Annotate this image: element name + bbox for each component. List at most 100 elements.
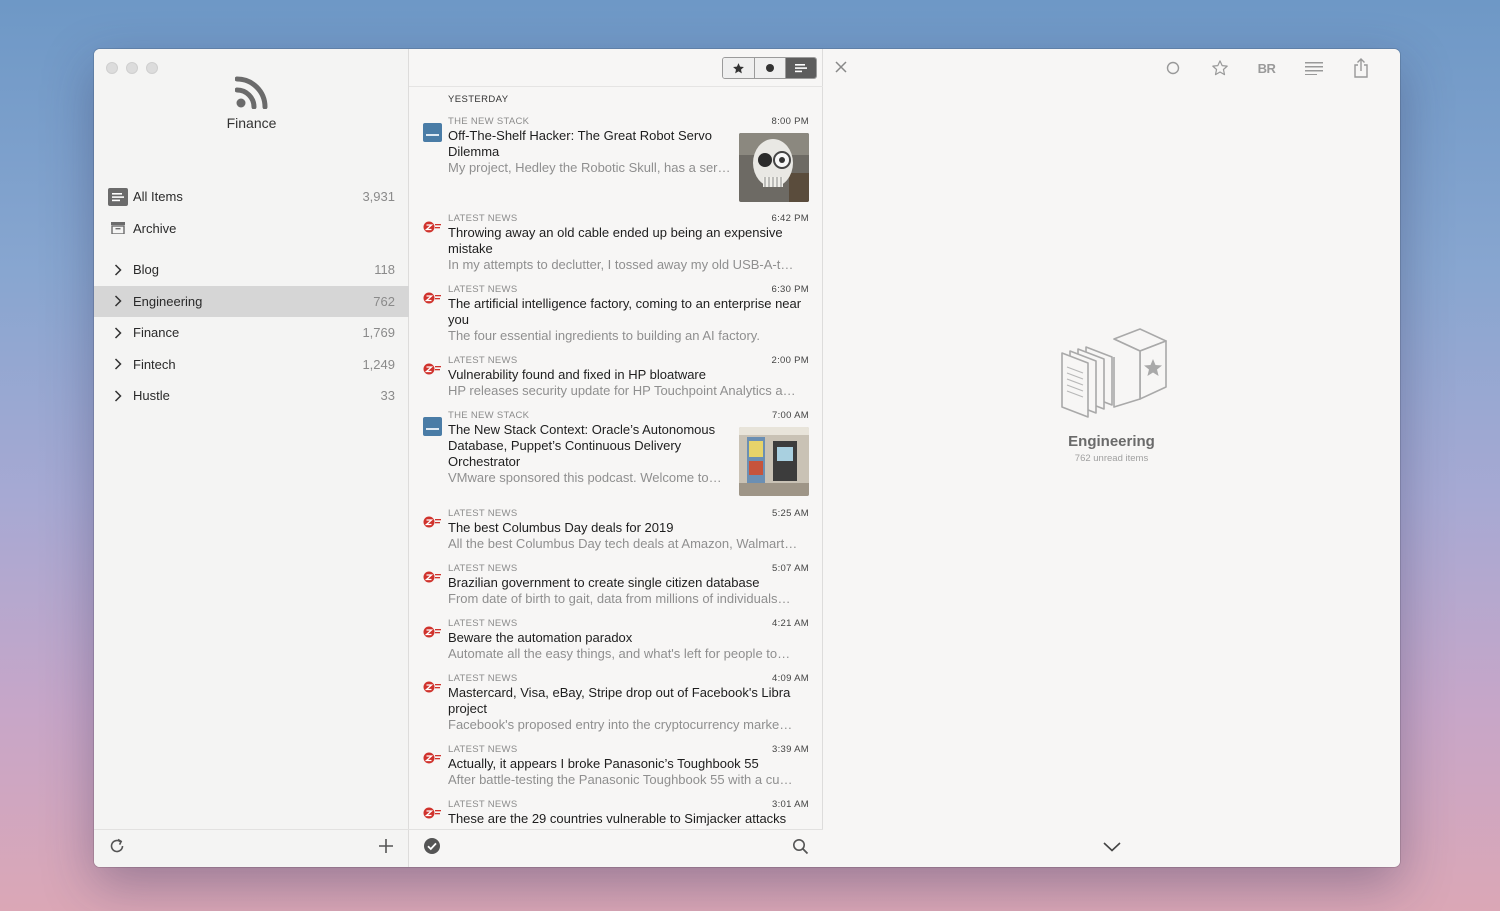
zdnet-icon [423, 625, 442, 644]
sidebar-item-count: 118 [374, 262, 395, 278]
article-time: 3:39 AM [772, 744, 809, 755]
window-controls [106, 62, 158, 74]
article-meta: LATEST NEWS 3:01 AM [448, 799, 809, 811]
sidebar-item-label: Finance [133, 325, 180, 341]
article-meta: LATEST NEWS 5:25 AM [448, 508, 809, 520]
detail-toolbar: BR [1149, 57, 1384, 79]
zdnet-icon [423, 220, 442, 239]
article-title: The New Stack Context: Oracle’s Autonomo… [448, 422, 716, 469]
bionic-reading-button[interactable]: BR [1243, 57, 1290, 79]
article-source: LATEST NEWS [448, 563, 518, 574]
add-icon[interactable] [377, 837, 395, 860]
search-icon[interactable] [792, 838, 809, 860]
article-title: Mastercard, Visa, eBay, Stripe drop out … [448, 685, 791, 716]
sidebar-item-label: All Items [133, 189, 183, 205]
chevron-right-icon[interactable] [108, 323, 128, 343]
filter-segmented-control [722, 57, 817, 79]
article-source: LATEST NEWS [448, 744, 518, 755]
close-icon[interactable] [833, 59, 849, 80]
list-item[interactable]: THE NEW STACK 7:00 AM The New Stack Contex… [409, 410, 823, 496]
feed-box-icon [1060, 328, 1167, 418]
all-items-icon [108, 187, 128, 207]
sidebar-item-label: Engineering [133, 293, 203, 309]
minimize-window-button[interactable] [126, 62, 138, 74]
filter-unread-button[interactable] [754, 58, 785, 78]
list-item[interactable]: LATEST NEWS 3:39 AM Actually, it appears I… [409, 744, 823, 788]
sidebar-folder-hustle[interactable]: Hustle 33 [94, 380, 409, 412]
article-source: LATEST NEWS [448, 284, 518, 295]
chevron-right-icon[interactable] [108, 291, 128, 311]
article-source: LATEST NEWS [448, 508, 518, 519]
article-title: Brazilian government to create single ci… [448, 575, 760, 590]
reader-view-icon[interactable] [1290, 57, 1337, 79]
article-meta: LATEST NEWS 4:21 AM [448, 618, 809, 630]
sidebar-folder-fintech[interactable]: Fintech 1,249 [94, 349, 409, 381]
list-toolbar [409, 49, 823, 87]
article-list-pane: YESTERDAY THE NEW STACK 8:00 PM Off-The-Sh… [409, 49, 823, 867]
feed-header: Finance [94, 75, 409, 131]
article-source: THE NEW STACK [448, 410, 530, 421]
sidebar-item-archive[interactable]: Archive [94, 213, 409, 245]
article-source: LATEST NEWS [448, 799, 518, 810]
dot-icon [766, 64, 774, 72]
article-meta: LATEST NEWS 5:07 AM [448, 563, 809, 575]
sidebar-folder-finance[interactable]: Finance 1,769 [94, 317, 409, 349]
zdnet-icon [423, 751, 442, 770]
article-title: The artificial intelligence factory, com… [448, 296, 802, 327]
list-item[interactable]: LATEST NEWS 3:01 AM These are the 29 count… [409, 799, 823, 827]
list-footer [409, 829, 823, 867]
app-window: Finance All Items 3,931 Archive Blog 118… [94, 49, 1400, 867]
empty-state-subtitle: 762 unread items [1074, 453, 1149, 464]
share-icon[interactable] [1337, 57, 1384, 79]
sidebar-footer [94, 829, 409, 867]
article-time: 4:09 AM [772, 673, 809, 684]
sidebar: Finance All Items 3,931 Archive Blog 118… [94, 49, 409, 867]
star-icon[interactable] [1196, 57, 1243, 79]
sidebar-item-count: 762 [373, 293, 395, 309]
chevron-right-icon[interactable] [108, 386, 128, 406]
article-time: 5:25 AM [772, 508, 809, 519]
article-meta: LATEST NEWS 6:42 PM [448, 213, 809, 225]
article-summary: My project, Hedley the Robotic Skull, ha… [448, 160, 733, 175]
mark-unread-icon[interactable] [1149, 57, 1196, 79]
list-item[interactable]: THE NEW STACK 8:00 PM Off-The-Shelf Hacker… [409, 116, 823, 202]
filter-starred-button[interactable] [723, 58, 754, 78]
list-item[interactable]: LATEST NEWS 2:00 PM Vulnerability found an… [409, 355, 823, 399]
article-meta: THE NEW STACK 8:00 PM [448, 116, 809, 128]
lines-icon [795, 64, 807, 73]
article-summary: VMware sponsored this podcast. Welcome t… [448, 470, 722, 485]
list-item[interactable]: LATEST NEWS 4:09 AM Mastercard, Visa, eBay… [409, 673, 823, 733]
sidebar-item-count: 33 [380, 388, 395, 404]
sidebar-folder-blog[interactable]: Blog 118 [94, 254, 409, 286]
sidebar-item-count: 3,931 [362, 189, 395, 205]
feed-title: Finance [226, 115, 277, 131]
detail-footer [823, 829, 1400, 867]
zdnet-icon [423, 515, 442, 534]
refresh-icon[interactable] [108, 837, 126, 860]
article-title: The best Columbus Day deals for 2019 [448, 520, 674, 535]
sidebar-folder-engineering[interactable]: Engineering 762 [94, 285, 409, 317]
article-meta: LATEST NEWS 6:30 PM [448, 284, 809, 296]
chevron-down-icon[interactable] [1102, 839, 1121, 857]
filter-all-button[interactable] [785, 58, 816, 78]
mark-all-read-icon[interactable] [423, 837, 441, 860]
list-item[interactable]: LATEST NEWS 4:21 AM Beware the automation … [409, 618, 823, 662]
list-item[interactable]: LATEST NEWS 6:42 PM Throwing away an old c… [409, 213, 823, 273]
chevron-right-icon[interactable] [108, 260, 128, 280]
list-item[interactable]: LATEST NEWS 5:25 AM The best Columbus Day … [409, 508, 823, 552]
article-summary: In my attempts to declutter, I tossed aw… [448, 257, 794, 272]
article-time: 6:30 PM [771, 284, 809, 295]
sidebar-nav: All Items 3,931 Archive Blog 118 Enginee… [94, 181, 409, 412]
sidebar-item-all-items[interactable]: All Items 3,931 [94, 181, 409, 213]
zoom-window-button[interactable] [146, 62, 158, 74]
star-icon [733, 62, 744, 73]
article-source: LATEST NEWS [448, 355, 518, 366]
list-item[interactable]: LATEST NEWS 6:30 PM The artificial intelli… [409, 284, 823, 344]
article-summary: After battle-testing the Panasonic Tough… [448, 772, 793, 787]
chevron-right-icon[interactable] [108, 354, 128, 374]
list-item[interactable]: LATEST NEWS 5:07 AM Brazilian government t… [409, 563, 823, 607]
close-window-button[interactable] [106, 62, 118, 74]
new-stack-icon [423, 417, 442, 441]
article-summary: Facebook's proposed entry into the crypt… [448, 717, 793, 732]
zdnet-icon [423, 362, 442, 381]
